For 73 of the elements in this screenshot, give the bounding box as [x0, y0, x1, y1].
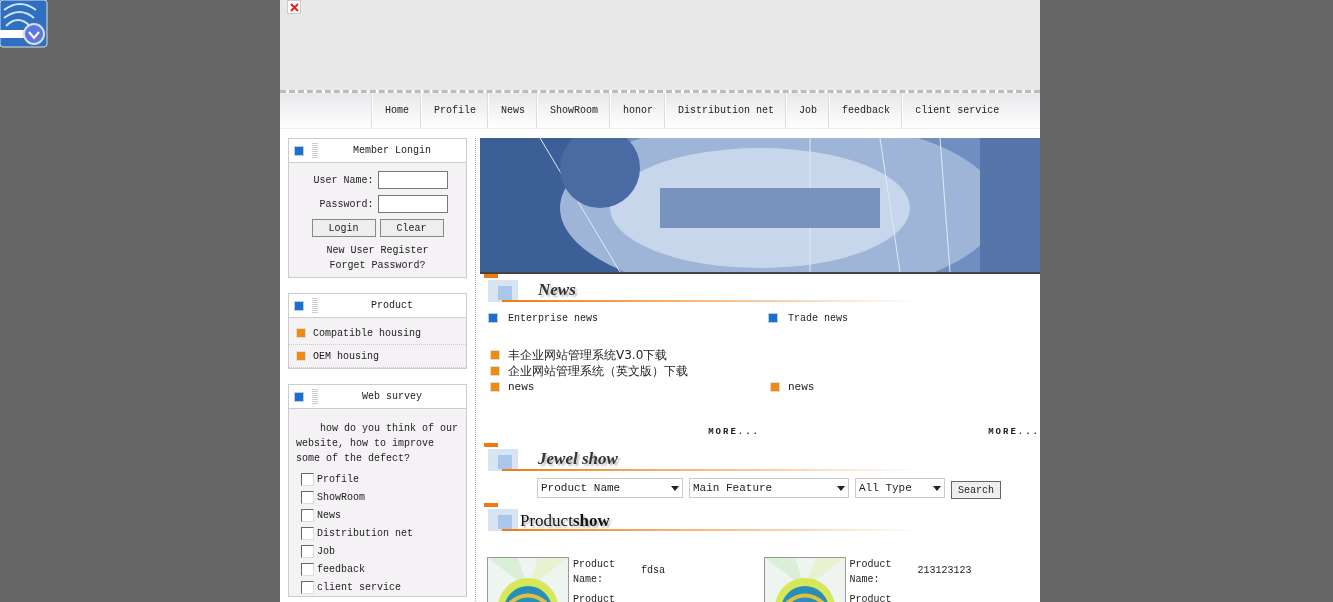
square-bullet-icon [770, 382, 780, 392]
nav-link[interactable]: ShowRoom [537, 93, 611, 128]
survey-question: how do you think of our website, how to improve some of the defect? [296, 422, 460, 466]
field-label: User Name: [312, 174, 374, 186]
field-label: Password: [318, 198, 374, 210]
category-link[interactable]: Compatible housing [313, 327, 422, 339]
product-label: Product [849, 593, 893, 602]
square-bullet-icon [768, 313, 778, 323]
square-bullet-icon [296, 351, 306, 361]
input-field[interactable] [377, 171, 448, 189]
section-heading: Jewel show [538, 449, 618, 469]
checkbox[interactable] [301, 508, 314, 522]
caret-icon [933, 485, 941, 491]
option-label: client service [317, 581, 401, 593]
product-label: Product Name: [573, 558, 616, 587]
product-name: 213123123 [917, 564, 972, 578]
option-label: feedback [317, 563, 365, 575]
input-field[interactable] [377, 195, 448, 213]
register-link[interactable]: New User Register [326, 243, 429, 258]
news-category-link[interactable]: Enterprise news [508, 312, 598, 324]
checkbox[interactable] [301, 472, 314, 486]
square-bullet-icon [294, 145, 304, 156]
option-label: ShowRoom [317, 491, 365, 503]
square-bullet-icon [490, 366, 500, 376]
caret-icon [837, 485, 845, 491]
square-bullet-icon [490, 382, 500, 392]
nav-link[interactable]: News [488, 93, 538, 128]
checkbox[interactable] [301, 526, 314, 540]
more-link[interactable]: MORE... [708, 427, 760, 437]
news-category-link[interactable]: Trade news [788, 312, 848, 324]
news-link[interactable]: news [788, 381, 815, 393]
nav-link[interactable]: Distribution net [665, 93, 787, 128]
dropdown[interactable]: Main Feature [689, 478, 849, 498]
checkbox[interactable] [301, 490, 314, 504]
login-button[interactable]: Login [311, 219, 376, 237]
option-label: Distribution net [317, 527, 413, 539]
dropdown[interactable]: Product Name [537, 478, 683, 498]
square-bullet-icon [296, 328, 306, 338]
dropdown[interactable]: All Type [855, 478, 945, 498]
news-link[interactable]: 丰企业网站管理系统V3.0下载 [508, 346, 668, 364]
forgot-password-link[interactable]: Forget Password? [329, 258, 426, 273]
section-heading: News [538, 280, 576, 300]
category-link[interactable]: OEM housing [313, 350, 379, 362]
checkbox[interactable] [301, 544, 314, 558]
news-link[interactable]: news [508, 381, 535, 393]
option-label: News [317, 509, 341, 521]
square-bullet-icon [294, 391, 304, 402]
nav-link[interactable]: feedback [829, 93, 903, 128]
product-label: Product [573, 593, 616, 602]
product-label: Product Name: [849, 558, 893, 587]
checkbox[interactable] [301, 562, 314, 576]
square-bullet-icon [294, 300, 304, 311]
square-bullet-icon [488, 313, 498, 323]
clear-button[interactable]: Clear [379, 219, 444, 237]
news-link[interactable]: 企业网站管理系统（英文版）下载 [508, 362, 688, 380]
nav-link[interactable]: Job [786, 93, 830, 128]
nav-link[interactable]: client service [902, 93, 1012, 128]
panel-title: Member Longin [352, 145, 432, 156]
square-bullet-icon [490, 350, 500, 360]
more-link[interactable]: MORE... [988, 427, 1040, 437]
product-name: fdsa [641, 564, 665, 578]
caret-icon [671, 485, 679, 491]
nav-link[interactable]: honor [610, 93, 666, 128]
panel-title: Product [370, 300, 414, 311]
broken-image-icon [287, 0, 301, 14]
nav-link[interactable]: Profile [421, 93, 489, 128]
section-heading: Productshow [520, 511, 610, 531]
nav-link[interactable]: Home [372, 93, 421, 128]
panel-title: Web survey [361, 391, 423, 402]
option-label: Profile [317, 473, 359, 485]
search-button[interactable]: Search [951, 481, 1001, 499]
option-label: Job [317, 545, 335, 557]
checkbox[interactable] [301, 580, 314, 594]
